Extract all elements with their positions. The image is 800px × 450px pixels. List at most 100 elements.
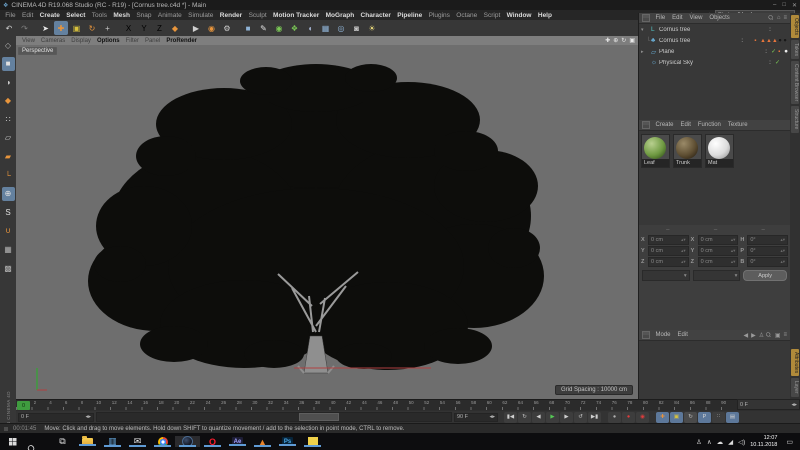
history-back-icon[interactable]: ◀	[744, 332, 749, 339]
minimize-button[interactable]: –	[773, 2, 776, 9]
people-icon[interactable]: ♙	[696, 438, 702, 446]
render-settings-button[interactable]: ⚙	[220, 21, 234, 35]
lock-workplane-button[interactable]: ▩	[2, 261, 15, 275]
expander-icon[interactable]: ▸	[641, 49, 646, 55]
stepper-icon[interactable]: ▴▾	[731, 248, 736, 254]
autokeying-button[interactable]: ●	[622, 412, 635, 423]
position-field[interactable]: 0 cm▴▾	[648, 257, 689, 267]
menu-item[interactable]: Window	[503, 12, 534, 19]
make-editable-button[interactable]: ◇	[2, 38, 15, 52]
menu-item[interactable]: Snap	[133, 12, 155, 19]
menu-item[interactable]: Mesh	[110, 12, 133, 19]
object-name[interactable]: Physical Sky	[659, 60, 769, 66]
stepper-icon[interactable]: ▴▾	[780, 259, 785, 265]
coord-col-header[interactable]: –	[644, 227, 692, 233]
object-name[interactable]: Cornus tree	[659, 38, 741, 44]
mat-menu-item[interactable]: Function	[694, 122, 724, 128]
deformer-menu[interactable]: ▦	[319, 21, 333, 35]
mat-menu-item[interactable]: Create	[652, 122, 677, 128]
coord-col-header[interactable]: –	[692, 227, 740, 233]
mail-icon[interactable]: ✉	[125, 436, 150, 447]
undo-button[interactable]: ↶	[2, 21, 16, 35]
home-icon[interactable]: ⌂	[777, 15, 781, 21]
workplane-mode-button[interactable]: ◆	[2, 94, 15, 108]
menu-item[interactable]: Motion Tracker	[270, 12, 323, 19]
om-menu-item[interactable]: View	[686, 15, 706, 21]
separator[interactable]	[184, 21, 188, 35]
menu-item[interactable]: Render	[217, 12, 246, 19]
live-selection-tool[interactable]: ➤	[39, 21, 53, 35]
menu-item[interactable]: Help	[535, 12, 555, 19]
opera-icon[interactable]: O	[200, 437, 225, 447]
position-field[interactable]: 0 cm▴▾	[648, 246, 689, 256]
menu-item[interactable]: Edit	[19, 12, 37, 19]
goto-end-button[interactable]: ▶▮	[588, 412, 601, 423]
key-scale-toggle[interactable]: ▣	[670, 412, 683, 423]
sticky-notes-icon[interactable]	[300, 437, 325, 447]
attr-menu-item[interactable]: Mode	[652, 332, 674, 338]
menu-item[interactable]: Simulate	[185, 12, 217, 19]
stepper-icon[interactable]: ▴▾	[681, 237, 686, 243]
menu-item[interactable]: Create	[36, 12, 63, 19]
last-used-tool[interactable]: +	[101, 21, 115, 35]
coord-mode-dropdown[interactable]: ▾	[642, 270, 690, 281]
next-frame-button[interactable]: ▶	[560, 412, 573, 423]
material-swatch[interactable]: Leaf	[641, 134, 670, 168]
mat-menu-item[interactable]: Texture	[724, 122, 751, 128]
material-swatch[interactable]: Trunk	[673, 134, 702, 168]
lock-icon[interactable]: ▣	[775, 332, 781, 339]
menu-item[interactable]: Plugins	[425, 12, 453, 19]
history-forward-icon[interactable]: ▶	[751, 332, 756, 339]
menu-item[interactable]: Sculpt	[245, 12, 269, 19]
search-icon[interactable]: Ϙ	[768, 14, 776, 22]
material-swatch[interactable]: Mat	[705, 134, 734, 168]
record-active-objects-button[interactable]: ◉	[636, 412, 649, 423]
photoshop-icon[interactable]: Ps	[275, 437, 300, 446]
attr-menu-item[interactable]: Edit	[674, 332, 691, 338]
onedrive-icon[interactable]: ☁	[717, 438, 724, 446]
menu-item[interactable]: File	[2, 12, 19, 19]
move-tool[interactable]: ✚	[54, 21, 68, 35]
store-icon[interactable]: ▥	[100, 436, 125, 447]
object-name[interactable]: Plane	[659, 49, 765, 55]
rotation-field[interactable]: 0°▴▾	[747, 246, 788, 256]
object-row[interactable]: ▾ L Cornus tree :	[639, 24, 790, 35]
tree-canopy[interactable]	[88, 64, 544, 370]
menu-item[interactable]: Script	[480, 12, 503, 19]
object-row[interactable]: ☼ Physical Sky : ✓	[639, 57, 790, 68]
enable-snap-button[interactable]: ⊕	[2, 187, 15, 201]
object-row[interactable]: ▸ ▱ Plane : ✓ ▪ ●	[639, 46, 790, 57]
chrome-icon[interactable]	[150, 437, 175, 447]
taskbar-clock[interactable]: 12:07 10.11.2018	[750, 435, 777, 448]
perspective-viewport[interactable]: ViewCamerasDisplayOptionsFilterPanelProR…	[16, 36, 638, 399]
texture-tag-white-icon[interactable]: ●	[784, 48, 788, 55]
file-explorer-icon[interactable]	[75, 438, 100, 446]
key-parameter-toggle[interactable]: P	[698, 412, 711, 423]
key-position-toggle[interactable]: ✚	[656, 412, 669, 423]
menu-item[interactable]: Pipeline	[394, 12, 425, 19]
previous-frame-button[interactable]: ◀	[532, 412, 545, 423]
play-button[interactable]: ▶	[546, 412, 559, 423]
current-frame-marker[interactable]: 0	[17, 401, 30, 410]
render-picture-viewer-button[interactable]: ◉	[205, 21, 219, 35]
metaball-menu[interactable]: ◖	[303, 21, 317, 35]
y-axis-lock[interactable]: Y	[137, 21, 151, 35]
side-tab[interactable]: Takes	[791, 40, 799, 59]
network-icon[interactable]: ◢	[728, 438, 733, 446]
range-scrollbar-handle[interactable]	[299, 413, 339, 421]
separator[interactable]	[116, 21, 120, 35]
search-icon[interactable]: Ϙ	[765, 331, 773, 339]
mat-menu-item[interactable]: Edit	[677, 122, 694, 128]
environment-menu[interactable]: ◎	[334, 21, 348, 35]
position-field[interactable]: 0 cm▴▾	[648, 235, 689, 245]
z-axis-lock[interactable]: Z	[153, 21, 167, 35]
side-tab[interactable]: Attributes	[791, 349, 799, 376]
om-menu-item[interactable]: Edit	[669, 15, 686, 21]
axis-mode-button[interactable]: └	[2, 168, 15, 182]
coordinate-system-toggle[interactable]: ◆	[168, 21, 182, 35]
side-tab[interactable]: Objects	[791, 15, 799, 38]
goto-start-button[interactable]: ▮◀	[504, 412, 517, 423]
cube-primitive-menu[interactable]: ■	[241, 21, 255, 35]
stepper-icon[interactable]: ◂▸	[489, 414, 495, 420]
object-row[interactable]: └ ♣ Cornus tree : ▪ ▲▲▲ ●●	[639, 35, 790, 46]
